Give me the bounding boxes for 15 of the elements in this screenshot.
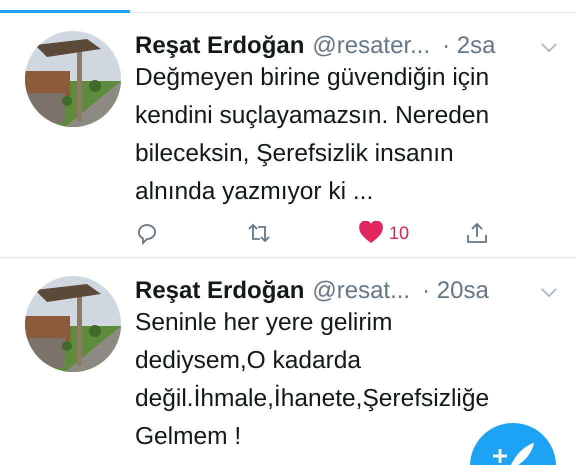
tweet-time: · 20sa bbox=[422, 276, 489, 306]
share-icon[interactable] bbox=[465, 221, 489, 245]
chevron-icon[interactable] bbox=[540, 287, 558, 298]
tweet-text: Değmeyen birine güvendiğin için kendini suçlayamazsın. Nereden bileceksin, Şerefsizlik insanın alnında yazmıyor ki ... bbox=[135, 63, 490, 207]
tweet-time: · 2sa bbox=[442, 31, 496, 61]
tweet-text: Seninle her yere gelirim dediysem,O kadarda değil.İhmale,İhanete,Şerefsizliğe Gelmem ! bbox=[135, 308, 490, 452]
user-name[interactable]: Reşat Erdoğan bbox=[135, 276, 304, 306]
user-name[interactable]: Reşat Erdoğan bbox=[135, 31, 304, 61]
reply-icon[interactable] bbox=[135, 221, 159, 245]
user-handle: @resat... bbox=[312, 276, 410, 306]
heart-icon[interactable] bbox=[359, 221, 383, 245]
like-count: 10 bbox=[389, 222, 410, 244]
retweet-icon[interactable] bbox=[247, 221, 271, 245]
chevron-icon[interactable] bbox=[540, 42, 558, 53]
user-handle: @resater... bbox=[312, 31, 430, 61]
